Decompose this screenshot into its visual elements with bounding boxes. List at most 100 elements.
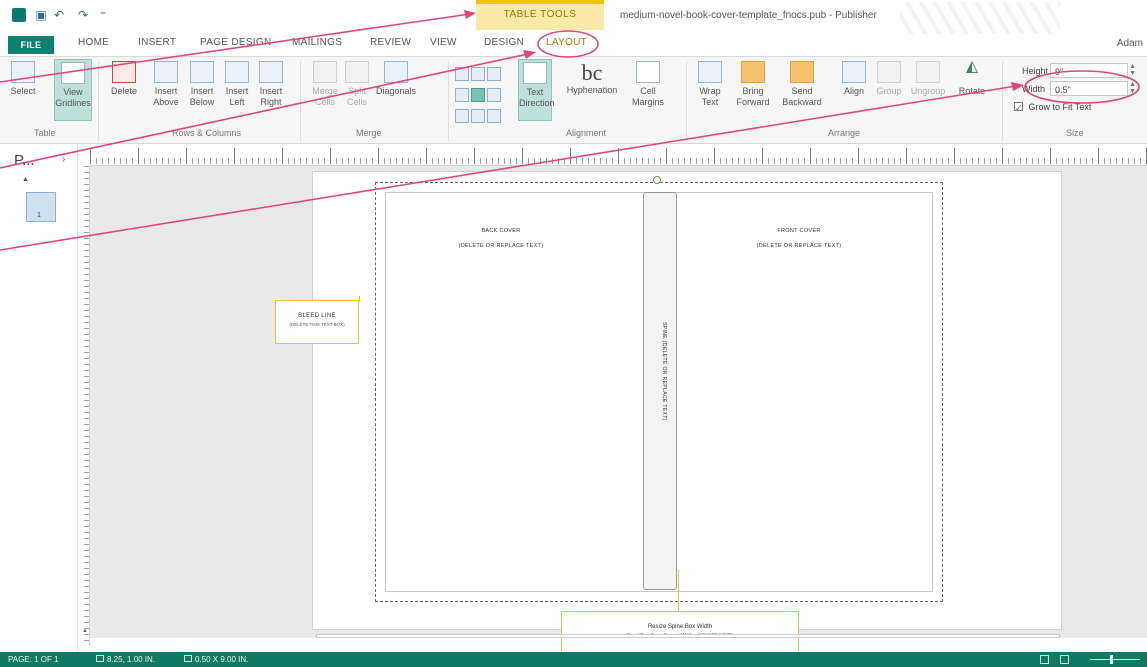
- single-page-view-icon[interactable]: [1040, 655, 1049, 664]
- cell-alignment-grid[interactable]: [454, 65, 514, 128]
- delete-button[interactable]: Delete: [106, 61, 142, 97]
- text-direction-button[interactable]: Text Direction: [518, 59, 555, 121]
- tab-layout[interactable]: LAYOUT: [546, 37, 587, 48]
- back-cover-subtitle[interactable]: (DELETE OR REPLACE TEXT): [441, 243, 561, 249]
- align-top-right-icon[interactable]: [487, 67, 501, 81]
- table-tools-label: TABLE TOOLS: [503, 9, 577, 20]
- tab-insert[interactable]: INSERT: [138, 37, 176, 48]
- grow-to-fit-checkbox[interactable]: [1014, 100, 1023, 116]
- undo-icon[interactable]: ↶: [52, 8, 66, 22]
- front-cover-title[interactable]: FRONT COVER: [739, 228, 859, 234]
- split-cells-button[interactable]: Split Cells: [344, 61, 370, 108]
- rotate-handle-icon[interactable]: [653, 176, 661, 184]
- align-icon: [842, 61, 866, 83]
- tab-home[interactable]: HOME: [78, 37, 109, 48]
- align-bottom-left-icon[interactable]: [455, 109, 469, 123]
- insert-left-icon: [225, 61, 249, 83]
- send-backward-icon: [790, 61, 814, 83]
- tab-design[interactable]: DESIGN: [484, 37, 524, 48]
- delete-table-icon: [112, 61, 136, 83]
- insert-right-button[interactable]: Insert Right: [256, 61, 286, 108]
- ungroup-icon: [916, 61, 940, 83]
- group-separator: [448, 61, 449, 141]
- rotate-button[interactable]: ◭ Rotate: [952, 59, 992, 97]
- front-cover-subtitle[interactable]: (DELETE OR REPLACE TEXT): [739, 243, 859, 249]
- wrap-text-button[interactable]: Wrap Text: [692, 61, 728, 108]
- pages-pane-title: P...: [14, 152, 35, 169]
- customize-toolbar-icon[interactable]: ⁼: [96, 8, 110, 22]
- zoom-slider-thumb[interactable]: [1110, 655, 1113, 664]
- back-cover-title[interactable]: BACK COVER: [441, 228, 561, 234]
- insert-left-button[interactable]: Insert Left: [222, 61, 252, 108]
- zoom-slider[interactable]: [1090, 659, 1140, 660]
- bring-forward-button[interactable]: Bring Forward: [732, 61, 774, 108]
- select-button[interactable]: Select: [6, 61, 40, 97]
- send-backward-button[interactable]: Send Backward: [780, 61, 824, 108]
- merge-cells-icon: [313, 61, 337, 83]
- title-decoration: [900, 2, 1060, 34]
- width-spinner[interactable]: ▲ ▼: [1129, 81, 1136, 95]
- scroll-arrow-icon[interactable]: ▲: [82, 628, 90, 636]
- merge-cells-button[interactable]: Merge Cells: [310, 61, 340, 108]
- table-tools-contextual-header: TABLE TOOLS: [476, 0, 604, 30]
- status-position: 8.25, 1.00 IN.: [96, 652, 155, 667]
- insert-above-button[interactable]: Insert Above: [150, 61, 182, 108]
- title-bar: ▣ ↶ ↷ ⁼ TABLE TOOLS medium-novel-book-co…: [0, 0, 1147, 34]
- tab-file[interactable]: FILE: [8, 36, 54, 54]
- save-icon[interactable]: ▣: [34, 8, 48, 22]
- align-top-left-icon[interactable]: [455, 67, 469, 81]
- redo-icon[interactable]: ↷: [76, 8, 90, 22]
- align-bottom-center-icon[interactable]: [471, 109, 485, 123]
- ruler-major-ticks: [90, 148, 1147, 164]
- hyphenation-button[interactable]: bc Hyphenation: [560, 61, 624, 96]
- align-middle-center-icon[interactable]: [471, 88, 485, 102]
- spine-resize-note[interactable]: Resize Spine Box Width Read Text Box - F…: [561, 611, 799, 651]
- align-button[interactable]: Align: [838, 61, 870, 97]
- page-thumb-caret-icon: ▲: [22, 176, 29, 183]
- group-button[interactable]: Group: [874, 61, 904, 97]
- two-page-view-icon[interactable]: [1060, 655, 1069, 664]
- height-field[interactable]: 9": [1050, 63, 1128, 78]
- gridlines-icon: [61, 62, 85, 84]
- document-page[interactable]: BACK COVER (DELETE OR REPLACE TEXT) FRON…: [275, 171, 1062, 651]
- align-top-center-icon[interactable]: [471, 67, 485, 81]
- group-separator: [300, 61, 301, 141]
- document-canvas[interactable]: BACK COVER (DELETE OR REPLACE TEXT) FRON…: [90, 166, 1147, 651]
- cell-margins-button[interactable]: Cell Margins: [628, 61, 668, 108]
- pages-pane-toggle-icon[interactable]: ›: [62, 154, 65, 165]
- bring-forward-icon: [741, 61, 765, 83]
- grow-to-fit-row[interactable]: Grow to Fit Text: [1008, 99, 1140, 116]
- tab-view[interactable]: VIEW: [430, 37, 457, 48]
- document-title: medium-novel-book-cover-template_fnocs.p…: [620, 10, 877, 21]
- group-label-size: Size: [1066, 128, 1084, 138]
- user-name[interactable]: Adam: [1117, 38, 1143, 49]
- page-thumbnail[interactable]: 1: [26, 192, 56, 222]
- tab-page-design[interactable]: PAGE DESIGN: [200, 37, 271, 48]
- group-label-alignment: Alignment: [566, 128, 607, 138]
- ungroup-button[interactable]: Ungroup: [908, 61, 948, 97]
- insert-below-button[interactable]: Insert Below: [186, 61, 218, 108]
- align-middle-left-icon[interactable]: [455, 88, 469, 102]
- tab-mailings[interactable]: MAILINGS: [292, 37, 342, 48]
- hyphenation-icon: bc: [581, 60, 603, 85]
- vertical-ruler[interactable]: [78, 166, 90, 646]
- view-gridlines-button[interactable]: View Gridlines: [54, 59, 92, 121]
- width-field[interactable]: 0.5": [1050, 81, 1128, 96]
- status-size: 0.50 X 9.00 IN.: [184, 652, 248, 667]
- diagonals-button[interactable]: Diagonals: [374, 61, 418, 97]
- insert-right-icon: [259, 61, 283, 83]
- position-icon: [96, 655, 104, 663]
- status-bar: PAGE: 1 OF 1 8.25, 1.00 IN. 0.50 X 9.00 …: [0, 652, 1147, 667]
- width-row: Width 0.5" ▲ ▼: [1008, 81, 1140, 97]
- horizontal-scrollbar[interactable]: [316, 634, 1060, 638]
- height-spinner[interactable]: ▲ ▼: [1129, 63, 1136, 77]
- tab-review[interactable]: REVIEW: [370, 37, 411, 48]
- spine-text[interactable]: SPINE (DELETE OR REPLACE TEXT): [655, 322, 667, 442]
- publisher-app-icon: [12, 8, 26, 22]
- status-page[interactable]: PAGE: 1 OF 1: [8, 652, 59, 667]
- cursor-icon: [11, 61, 35, 83]
- align-middle-right-icon[interactable]: [487, 88, 501, 102]
- align-bottom-right-icon[interactable]: [487, 109, 501, 123]
- bleed-line-note[interactable]: BLEED LINE (DELETE THIS TEXT BOX): [275, 300, 359, 344]
- spine-note-title: Resize Spine Box Width: [647, 624, 713, 630]
